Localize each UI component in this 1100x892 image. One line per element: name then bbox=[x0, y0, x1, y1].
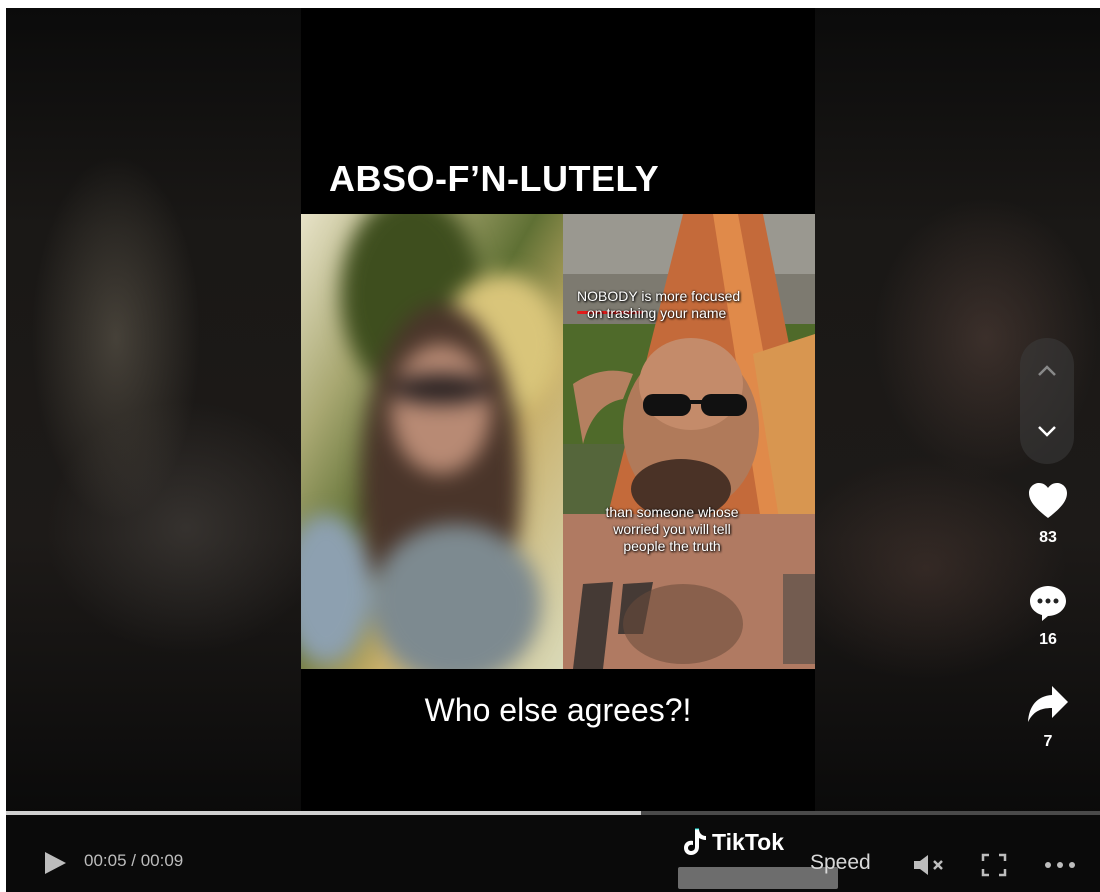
more-icon[interactable] bbox=[1044, 861, 1076, 869]
share-count: 7 bbox=[1043, 733, 1053, 750]
overlay-text-line2: on trashing your name bbox=[587, 305, 727, 321]
previous-video-button[interactable] bbox=[1020, 346, 1074, 396]
playback-time: 00:05 / 00:09 bbox=[84, 851, 184, 870]
share-icon bbox=[1028, 686, 1068, 722]
tiktok-logo-icon bbox=[684, 828, 706, 855]
comment-button[interactable]: 16 bbox=[1018, 584, 1078, 649]
overlay-bottom-line1: than someone whose bbox=[605, 504, 739, 520]
comment-icon bbox=[1030, 586, 1066, 621]
blurred-person-image bbox=[301, 214, 563, 669]
comment-count: 16 bbox=[1039, 631, 1057, 648]
heart-icon bbox=[1029, 483, 1067, 518]
like-button[interactable]: 83 bbox=[1018, 482, 1078, 547]
play-icon[interactable] bbox=[42, 850, 68, 876]
chevron-up-icon bbox=[1038, 365, 1056, 376]
navigation-rail bbox=[1020, 338, 1074, 464]
volume-muted-icon[interactable] bbox=[912, 853, 946, 877]
overlay-text-bold: NOBODY bbox=[577, 288, 638, 304]
man-in-hammock-image bbox=[563, 214, 815, 669]
video-player: ABSO-F’N-LUTELY NOBODY is more focused o… bbox=[6, 8, 1100, 892]
overlay-bottom-line2: worried you will tell bbox=[613, 521, 731, 537]
overlay-text-top: NOBODY is more focused on trashing your … bbox=[577, 288, 777, 322]
chevron-down-icon bbox=[1038, 426, 1056, 437]
overlay-text-rest: is more focused bbox=[637, 288, 741, 304]
next-video-button[interactable] bbox=[1020, 406, 1074, 456]
like-count: 83 bbox=[1039, 529, 1057, 546]
video-title-text: ABSO-F’N-LUTELY bbox=[329, 158, 660, 199]
overlay-bottom-line3: people the truth bbox=[623, 538, 721, 554]
video-frame[interactable]: ABSO-F’N-LUTELY NOBODY is more focused o… bbox=[301, 8, 815, 812]
overlay-text-bottom: than someone whose worried you will tell… bbox=[563, 504, 781, 555]
video-caption-text: Who else agrees?! bbox=[424, 692, 692, 728]
tiktok-brand: TikTok bbox=[682, 827, 784, 857]
left-video-panel-blurred bbox=[301, 214, 563, 669]
player-controls: 00:05 / 00:09 TikTok Speed bbox=[6, 815, 1100, 892]
share-button[interactable]: 7 bbox=[1018, 684, 1078, 751]
fullscreen-icon[interactable] bbox=[981, 853, 1007, 877]
right-video-panel: NOBODY is more focused on trashing your … bbox=[563, 214, 815, 669]
speed-button[interactable]: Speed bbox=[810, 851, 871, 875]
tiktok-brand-text: TikTok bbox=[712, 828, 784, 855]
